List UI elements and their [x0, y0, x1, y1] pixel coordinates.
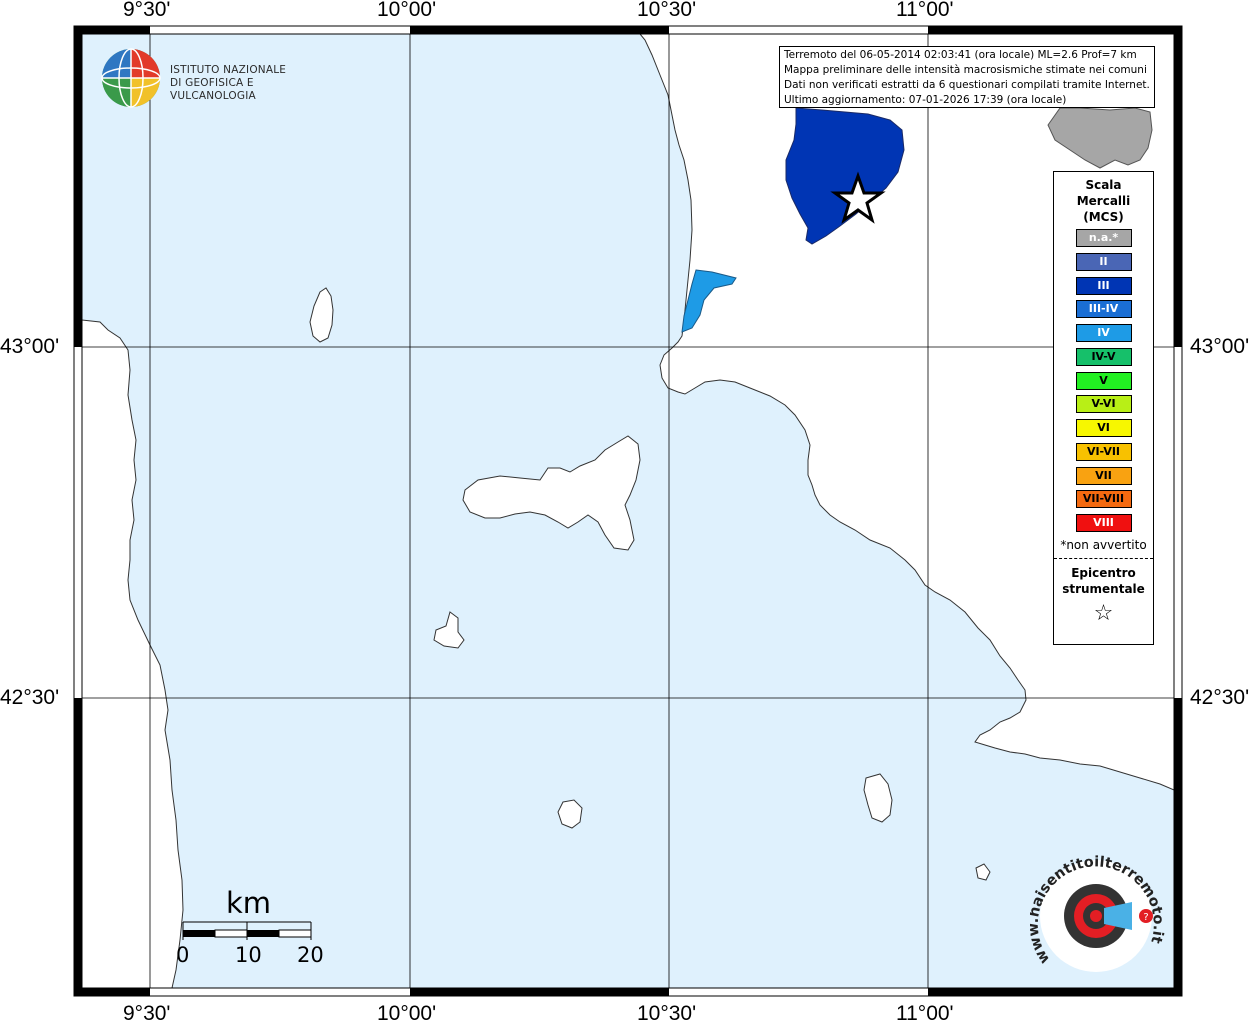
event-info-line: Mappa preliminare delle intensità macros…	[784, 64, 1147, 76]
event-info-line: Ultimo aggiornamento: 07-01-2026 17:39 (…	[784, 94, 1067, 106]
legend-item: VII	[1075, 466, 1132, 485]
scale-label: 20	[297, 943, 324, 967]
scale-label: 0	[176, 943, 190, 967]
ingv-logo: ISTITUTO NAZIONALE DI GEOFISICA E VULCAN…	[100, 48, 320, 108]
legend-item: V-VI	[1075, 395, 1132, 414]
top-tick-label: 10°30'	[637, 0, 697, 21]
intensity-legend: Scala Mercalli (MCS) n.a.* II III III-IV IV I…	[1053, 171, 1154, 645]
top-tick-label: 9°30'	[123, 0, 171, 21]
montecristo-island	[557, 799, 583, 829]
legend-item: III-IV	[1075, 300, 1132, 319]
legend-item: VI-VII	[1075, 442, 1132, 461]
event-info-line: Dati non verificati estratti da 6 questi…	[784, 79, 1150, 91]
brand-logo-text: www.haisentitoilterremoto.it	[1030, 854, 1166, 966]
legend-separator	[1054, 557, 1153, 559]
bottom-tick-label: 11°00'	[896, 1002, 954, 1025]
ingv-logo-line: DI GEOFISICA E VULCANOLOGIA	[170, 77, 256, 102]
legend-item: II	[1075, 252, 1132, 271]
event-info-box: Terremoto del 06-05-2014 02:03:41 (ora l…	[779, 46, 1155, 108]
legend-item: V	[1075, 371, 1132, 390]
legend-item: IV-V	[1075, 347, 1132, 366]
event-info-line: Terremoto del 06-05-2014 02:03:41 (ora l…	[784, 49, 1137, 61]
right-tick-label: 42°30'	[1190, 686, 1250, 709]
legend-star-icon: ☆	[1093, 600, 1114, 626]
top-tick-label: 11°00'	[896, 0, 954, 21]
legend-item: III	[1075, 276, 1132, 295]
left-tick-label: 42°30'	[0, 686, 60, 709]
scale-unit: km	[226, 886, 272, 920]
legend-item: IV	[1075, 324, 1132, 342]
ingv-logo-line: ISTITUTO NAZIONALE	[170, 64, 287, 76]
legend-item: VII-VIII	[1075, 490, 1132, 509]
right-tick-label: 43°00'	[1190, 335, 1250, 358]
legend-epicentre-label: Epicentro strumentale	[1062, 565, 1145, 596]
top-tick-label: 10°00'	[377, 0, 437, 21]
ingv-logo-text: ISTITUTO NAZIONALE DI GEOFISICA E VULCAN…	[170, 64, 320, 103]
svg-text:www.haisentitoilterremoto.it: www.haisentitoilterremoto.it	[1030, 854, 1166, 966]
legend-item: n.a.*	[1075, 229, 1132, 247]
legend-note: *non avvertito	[1060, 537, 1147, 552]
legend-item: VI	[1075, 419, 1132, 437]
legend-items: n.a.* II III III-IV IV IV-V V V-VI VI VI-VII VII VI…	[1054, 229, 1153, 532]
legend-item: VIII	[1075, 514, 1132, 532]
brand-url-text: www.haisentitoilterremoto.it	[1030, 854, 1166, 966]
scale-label: 10	[235, 943, 262, 967]
bottom-tick-label: 9°30'	[123, 1002, 171, 1025]
left-tick-label: 43°00'	[0, 335, 60, 358]
bottom-tick-label: 10°00'	[377, 1002, 437, 1025]
legend-title: Scala Mercalli (MCS)	[1076, 178, 1131, 224]
bottom-tick-label: 10°30'	[637, 1002, 697, 1025]
